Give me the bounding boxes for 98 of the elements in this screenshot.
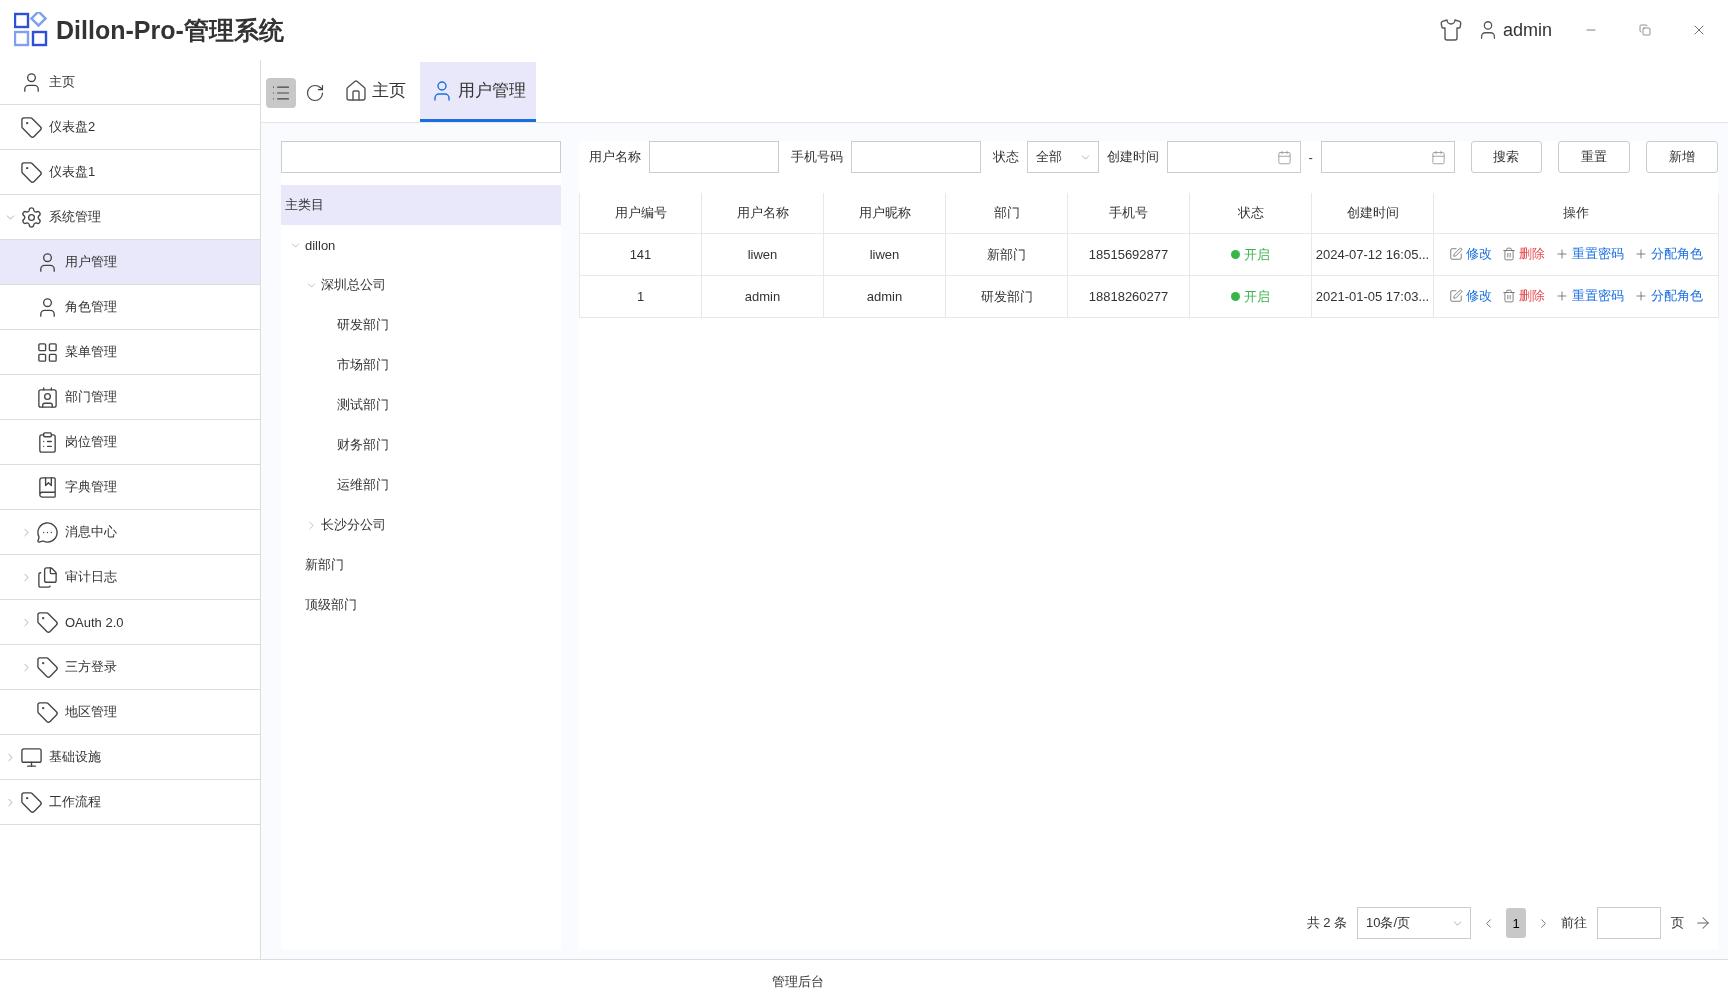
document-icon [36,565,59,589]
row-action-link[interactable]: 重置密码 [1555,287,1624,305]
start-date-field[interactable] [1166,141,1301,173]
table-cell: liwen [823,233,946,276]
tree-node[interactable]: 主类目 [281,185,561,225]
column-header: 状态 [1189,193,1312,234]
goto-label: 前往 [1561,914,1587,932]
goto-page-field[interactable] [1597,907,1661,939]
phone-field[interactable] [851,141,981,173]
action-button[interactable]: 重置 [1558,141,1631,173]
chat-icon [36,520,59,544]
action-button[interactable]: 新增 [1646,141,1719,173]
tag-icon [20,160,43,184]
row-action-link[interactable]: 重置密码 [1555,245,1624,263]
column-header: 用户名称 [701,193,824,234]
plus-icon [1634,247,1648,261]
row-action-link[interactable]: 分配角色 [1634,245,1703,263]
edit-icon [1449,247,1463,261]
app-title: Dillon-Pro-管理系统 [56,14,284,46]
footer-text: 管理后台 [772,973,824,991]
tab[interactable]: 主页 [334,62,416,122]
tree-node[interactable]: 市场部门 [281,345,561,385]
plus-icon [1634,289,1648,303]
plus-icon [1555,289,1569,303]
status-select[interactable]: 全部 [1027,141,1099,173]
sidebar-item[interactable]: 用户管理 [0,240,260,285]
row-action-link[interactable]: 修改 [1449,245,1492,263]
column-header: 手机号 [1067,193,1190,234]
logo-icon [14,12,48,48]
table-cell: 18818260277 [1067,275,1190,318]
page-suffix: 页 [1671,914,1684,932]
edit-icon [1449,289,1463,303]
restore-icon [1639,24,1651,36]
column-header: 部门 [945,193,1068,234]
trash-icon [1502,289,1516,303]
tree-node[interactable]: 顶级部门 [281,585,561,625]
table-cell: admin [823,275,946,318]
column-header: 创建时间 [1311,193,1434,234]
tag-icon [36,700,59,724]
tree-node[interactable]: dillon [281,225,561,265]
house-icon [344,78,368,103]
plus-icon [1555,247,1569,261]
table-cell: 新部门 [945,233,1068,276]
column-header: 用户昵称 [823,193,946,234]
trash-icon [1502,247,1516,261]
field-label: 创建时间 [1106,148,1159,166]
field-label: 状态 [993,148,1019,166]
table-cell: 1 [579,275,702,318]
tab[interactable]: 用户管理 [420,62,536,122]
column-header: 操作 [1433,193,1719,234]
monitor-icon [20,745,43,769]
tree-node[interactable]: 长沙分公司 [281,505,561,545]
tag-icon [36,610,59,634]
tree-node[interactable]: 深圳总公司 [281,265,561,305]
table-cell: 2024-07-12 16:05... [1311,233,1434,276]
status-label: 开启 [1231,287,1270,306]
range-separator: - [1308,149,1313,165]
table-cell: liwen [701,233,824,276]
table-cell: 141 [579,233,702,276]
row-action-link[interactable]: 分配角色 [1634,287,1703,305]
end-date-field[interactable] [1320,141,1455,173]
shirt-icon [1438,18,1463,42]
field-label: 用户名称 [589,148,641,166]
row-action-link[interactable]: 删除 [1502,287,1545,305]
tag-icon [20,790,43,814]
username-field[interactable] [649,141,779,173]
gear-icon [20,205,43,229]
table-cell: 18515692877 [1067,233,1190,276]
page-number[interactable]: 1 [1506,908,1526,938]
book-icon [36,475,59,499]
table-cell: 2021-01-05 17:03... [1311,275,1434,318]
tree-node[interactable]: 测试部门 [281,385,561,425]
go-button[interactable] [1694,914,1712,932]
tag-icon [36,655,59,679]
action-button[interactable]: 搜索 [1470,141,1543,173]
calendar-icon [1276,149,1292,165]
tree-search-field[interactable] [281,141,561,173]
status-label: 开启 [1231,245,1270,264]
tree-node[interactable]: 运维部门 [281,465,561,505]
field-label: 手机号码 [791,148,843,166]
table-cell: admin [701,275,824,318]
tree-node[interactable]: 新部门 [281,545,561,585]
arrow-right-icon [1694,914,1712,932]
refresh-icon [305,83,325,103]
user-name[interactable]: admin [1502,19,1552,41]
row-action-link[interactable]: 删除 [1502,245,1545,263]
grid-icon [36,340,59,364]
tree-node[interactable]: 财务部门 [281,425,561,465]
id-card-icon [36,385,59,409]
menu-button[interactable] [266,78,296,108]
total-count: 共 2 条 [1306,914,1347,932]
tag-icon [20,115,43,139]
row-action-link[interactable]: 修改 [1449,287,1492,305]
tree-node[interactable]: 研发部门 [281,305,561,345]
column-header: 用户编号 [579,193,702,234]
table-cell: 研发部门 [945,275,1068,318]
page-size-select[interactable]: 10条/页 [1357,907,1471,939]
calendar-icon [1430,149,1446,165]
